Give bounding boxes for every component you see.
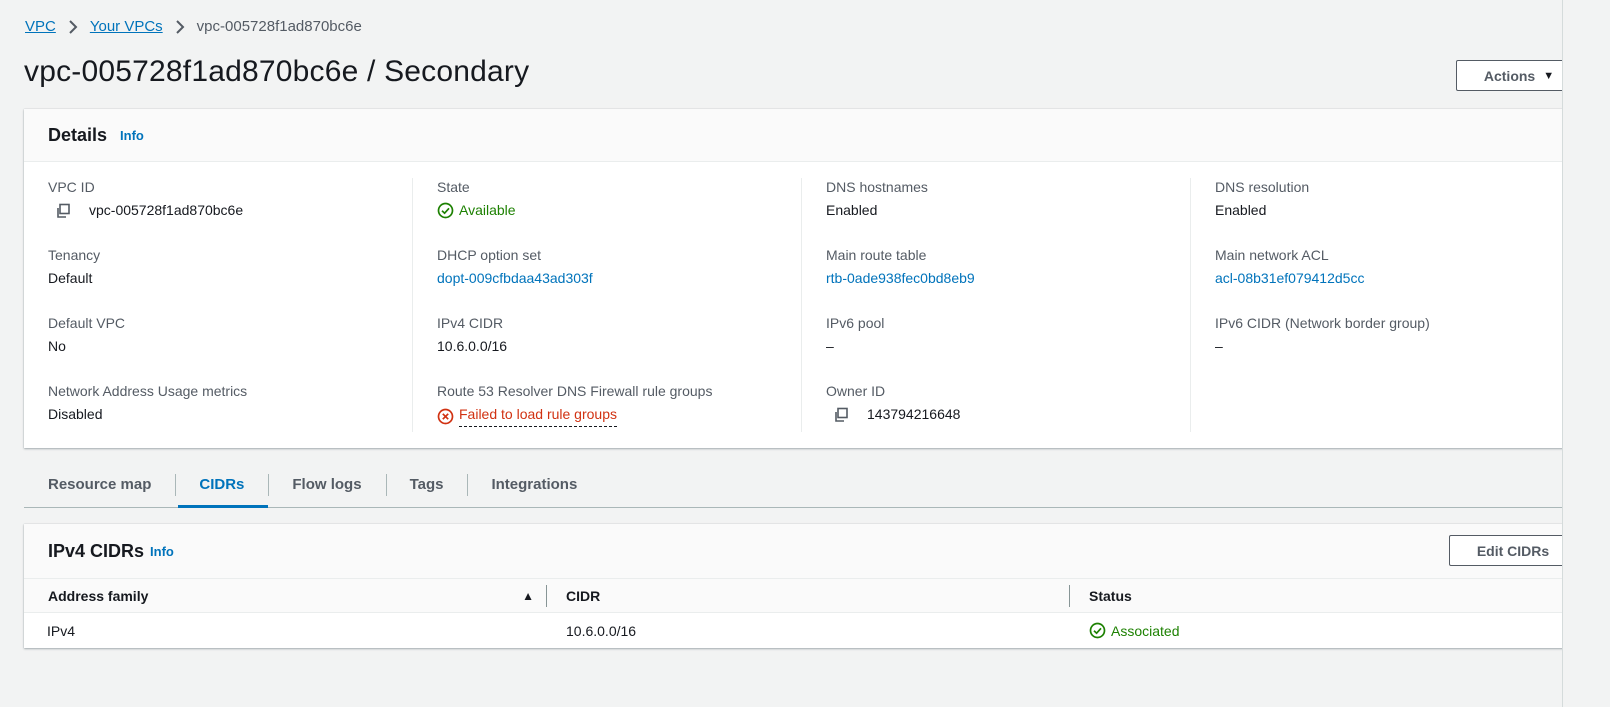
field-label: Main network ACL [1215, 247, 1329, 263]
details-grid: VPC ID vpc-005728f1ad870bc6e Tenancy Def… [24, 162, 1582, 448]
field-label: DNS resolution [1215, 179, 1310, 195]
x-circle-icon [437, 408, 454, 425]
field-default-vpc: Default VPC No [48, 314, 412, 382]
tab-tags[interactable]: Tags [385, 462, 468, 507]
field-label: Default VPC [48, 315, 126, 331]
field-state: State Available [437, 178, 801, 246]
field-value: Failed to load rule groups [437, 405, 801, 427]
owner-id-value: 143794216648 [867, 406, 961, 422]
vpc-id-value: vpc-005728f1ad870bc6e [89, 202, 244, 218]
table-row[interactable]: IPv4 10.6.0.0/16 Associated [24, 613, 1582, 648]
details-column-1: VPC ID vpc-005728f1ad870bc6e Tenancy Def… [24, 178, 413, 432]
details-info-link[interactable]: Info [120, 128, 144, 143]
column-header-label: Address family [48, 587, 149, 604]
tab-cidrs[interactable]: CIDRs [175, 462, 269, 508]
details-column-2: State Available DHCP option set dopt-009… [413, 178, 802, 432]
field-ipv6-pool: IPv6 pool – [826, 314, 1190, 382]
check-circle-icon [437, 202, 454, 219]
field-dns-hostnames: DNS hostnames Enabled [826, 178, 1190, 246]
breadcrumb-link-your-vpcs[interactable]: Your VPCs [90, 18, 163, 35]
field-label: Owner ID [826, 383, 886, 399]
state-value: Available [459, 202, 516, 218]
details-header: Details Info [24, 109, 1582, 162]
ipv4-cidrs-header: IPv4 CIDRs Info Edit CIDRs [24, 524, 1582, 578]
column-header-address-family[interactable]: Address family ▲ [24, 579, 546, 612]
field-label: DHCP option set [437, 247, 542, 263]
copy-icon[interactable] [55, 203, 71, 219]
breadcrumb-link-vpc[interactable]: VPC [25, 18, 56, 35]
check-circle-icon [1089, 622, 1106, 639]
column-header-cidr[interactable]: CIDR [546, 579, 1069, 612]
field-value: Enabled [826, 202, 878, 218]
field-vpc-id: VPC ID vpc-005728f1ad870bc6e [48, 178, 412, 246]
status-value: Associated [1111, 622, 1180, 639]
field-value: 143794216648 [826, 405, 1190, 424]
table-header: Address family ▲ CIDR Status [24, 578, 1582, 613]
field-owner-id: Owner ID 143794216648 [826, 382, 1190, 450]
field-label: IPv6 pool [826, 315, 885, 331]
scrollbar-track[interactable] [1562, 0, 1610, 707]
field-value: 10.6.0.0/16 [437, 338, 508, 354]
field-label: VPC ID [48, 179, 95, 195]
column-header-status[interactable]: Status [1069, 579, 1582, 612]
caret-down-icon: ▼ [1543, 69, 1555, 82]
ipv4-cidrs-title: IPv4 CIDRs [48, 540, 145, 561]
chevron-right-icon [68, 19, 78, 34]
field-value: – [826, 338, 834, 354]
main-network-acl-link[interactable]: acl-08b31ef079412d5cc [1215, 269, 1580, 288]
ipv4-cidrs-info-link[interactable]: Info [150, 544, 174, 559]
cell-cidr: 10.6.0.0/16 [566, 622, 637, 639]
tab-bar: Resource map CIDRs Flow logs Tags Integr… [24, 462, 1582, 508]
field-dns-resolution: DNS resolution Enabled [1215, 178, 1580, 246]
ipv4-cidrs-panel: IPv4 CIDRs Info Edit CIDRs Address famil… [24, 524, 1582, 648]
field-value: No [48, 338, 66, 354]
cell-status: Associated [1069, 622, 1582, 639]
field-label: State [437, 179, 470, 195]
tab-flow-logs[interactable]: Flow logs [268, 462, 385, 507]
details-column-4: DNS resolution Enabled Main network ACL … [1191, 178, 1580, 432]
field-label: IPv4 CIDR [437, 315, 504, 331]
tab-resource-map[interactable]: Resource map [24, 462, 175, 507]
edit-cidrs-button[interactable]: Edit CIDRs [1449, 535, 1577, 566]
field-ipv6-cidr: IPv6 CIDR (Network border group) – [1215, 314, 1580, 382]
field-label: IPv6 CIDR (Network border group) [1215, 315, 1430, 331]
field-value: – [1215, 338, 1223, 354]
field-dns-firewall: Route 53 Resolver DNS Firewall rule grou… [437, 382, 801, 450]
breadcrumb: VPC Your VPCs vpc-005728f1ad870bc6e [25, 18, 362, 35]
field-main-network-acl: Main network ACL acl-08b31ef079412d5cc [1215, 246, 1580, 314]
copy-icon[interactable] [833, 407, 849, 423]
field-value: Enabled [1215, 202, 1267, 218]
field-main-route-table: Main route table rtb-0ade938fec0bd8eb9 [826, 246, 1190, 314]
actions-button-label: Actions [1483, 67, 1536, 84]
field-label: Tenancy [48, 247, 101, 263]
field-label: Main route table [826, 247, 927, 263]
breadcrumb-current: vpc-005728f1ad870bc6e [196, 18, 362, 35]
field-tenancy: Tenancy Default [48, 246, 412, 314]
field-label: Network Address Usage metrics [48, 383, 248, 399]
details-column-3: DNS hostnames Enabled Main route table r… [802, 178, 1191, 432]
dns-firewall-error[interactable]: Failed to load rule groups [459, 405, 617, 427]
field-label: Route 53 Resolver DNS Firewall rule grou… [437, 383, 713, 399]
field-value: Default [48, 270, 93, 286]
field-ipv4-cidr: IPv4 CIDR 10.6.0.0/16 [437, 314, 801, 382]
details-panel: Details Info VPC ID vpc-005728f1ad870bc6… [24, 109, 1582, 448]
tab-integrations[interactable]: Integrations [467, 462, 601, 507]
field-value: Disabled [48, 406, 103, 422]
field-value: vpc-005728f1ad870bc6e [48, 201, 412, 220]
dhcp-option-set-link[interactable]: dopt-009cfbdaa43ad303f [437, 269, 801, 288]
field-value: Available [437, 201, 801, 220]
field-nau-metrics: Network Address Usage metrics Disabled [48, 382, 412, 450]
chevron-right-icon [175, 19, 185, 34]
field-dhcp-option-set: DHCP option set dopt-009cfbdaa43ad303f [437, 246, 801, 314]
cell-address-family: IPv4 [47, 622, 76, 639]
page-title: vpc-005728f1ad870bc6e / Secondary [24, 55, 530, 88]
sort-ascending-icon[interactable]: ▲ [522, 589, 534, 603]
main-route-table-link[interactable]: rtb-0ade938fec0bd8eb9 [826, 269, 1190, 288]
details-title: Details [48, 124, 108, 145]
field-label: DNS hostnames [826, 179, 928, 195]
